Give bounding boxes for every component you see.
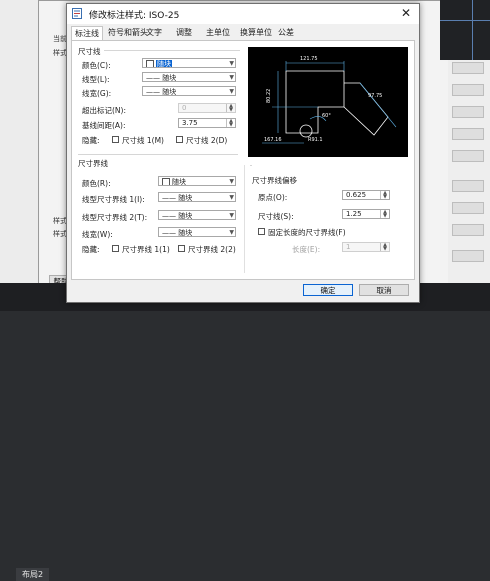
- close-button[interactable]: ✕: [399, 6, 413, 20]
- styles-label: 样式: [53, 49, 67, 57]
- dim-lineweight-select[interactable]: —— 随块 ▼: [142, 86, 236, 96]
- spinner-icon: ▲ ▼: [226, 104, 235, 113]
- tab-alternate-units[interactable]: 换算单位: [237, 26, 275, 39]
- chevron-down-icon: ▼: [229, 178, 234, 185]
- group-divider: [78, 154, 238, 155]
- extend-ticks-label: 超出标记(N):: [82, 106, 126, 115]
- color-swatch-icon: [146, 60, 154, 67]
- preview-label: 60°: [322, 113, 331, 119]
- ext-color-label: 颜色(R):: [82, 179, 111, 188]
- ext-beyond-label: 尺寸线(S):: [258, 212, 294, 221]
- chevron-down-icon: ▼: [229, 88, 234, 95]
- dim-color-select[interactable]: 随块 ▼: [142, 58, 236, 68]
- left-toolbar-strip: [0, 0, 38, 295]
- preview-label: 167.16: [264, 137, 282, 143]
- tab-layout2[interactable]: 布局2: [16, 568, 50, 581]
- ext-color-select[interactable]: 随块 ▼: [158, 176, 236, 186]
- ext-linetype1-select[interactable]: —— 随块 ▼: [158, 192, 236, 202]
- tab-fit[interactable]: 调整: [173, 26, 195, 39]
- spinner-icon: ▲ ▼: [380, 243, 389, 252]
- suppress-dimline2-checkbox[interactable]: [176, 136, 183, 143]
- preview-part-outline: [285, 70, 345, 134]
- dialog-title: 修改标注样式: ISO-25: [89, 11, 180, 21]
- origin-offset-label: 原点(O):: [258, 193, 288, 202]
- tab-tolerances[interactable]: 公差: [275, 26, 297, 39]
- suppress-dimline1-checkbox[interactable]: [112, 136, 119, 143]
- suppress-extline1-checkbox[interactable]: [112, 245, 119, 252]
- chevron-down-icon: ▼: [229, 212, 234, 219]
- baseline-spacing-input[interactable]: 3.75 ▲ ▼: [178, 118, 236, 128]
- fixed-length-input: 1 ▲ ▼: [342, 242, 390, 252]
- chevron-down-icon: ▼: [229, 229, 234, 236]
- suppress-extline1-label: 尺寸界线 1(1): [122, 245, 170, 254]
- preview-dim-aligned: [359, 82, 397, 128]
- compare-button[interactable]: [452, 150, 484, 162]
- dimension-preview: 121.75 80.22 97.75 60° R91.1 167.16: [248, 47, 408, 157]
- modify-dimension-style-dialog: 修改标注样式: ISO-25 ✕ 标注线 符号和箭头 文字 调整 主单位 换算单…: [66, 3, 420, 303]
- side-button-9[interactable]: [452, 250, 484, 262]
- extend-ticks-input: 0 ▲ ▼: [178, 103, 236, 113]
- fixed-length-checkbox[interactable]: [258, 228, 265, 235]
- styles-list-label: 样式: [53, 217, 67, 225]
- baseline-spacing-label: 基线间距(A):: [82, 121, 126, 130]
- modify-style-button[interactable]: [452, 106, 484, 118]
- suppress-extline2-label: 尺寸界线 2(2): [188, 245, 236, 254]
- column-divider: [244, 165, 245, 273]
- preview-label: 121.75: [300, 56, 318, 62]
- dim-color-label: 颜色(C):: [82, 61, 111, 70]
- chevron-down-icon: ▼: [229, 60, 234, 67]
- side-button-7[interactable]: [452, 202, 484, 214]
- dim-lines-group-title: 尺寸线: [78, 47, 101, 56]
- spinner-icon: ▲ ▼: [380, 191, 389, 200]
- ext-lineweight-select[interactable]: —— 随块 ▼: [158, 227, 236, 237]
- cad-canvas-corner: [440, 0, 490, 60]
- ext-beyond-input[interactable]: 1.25 ▲ ▼: [342, 209, 390, 219]
- ok-button[interactable]: 确定: [303, 284, 353, 296]
- tab-primary-units[interactable]: 主单位: [203, 26, 233, 39]
- ext-linetype2-label: 线型尺寸界线 2(T):: [82, 213, 148, 222]
- ext-lines-group-title: 尺寸界线: [78, 159, 108, 168]
- dim-suppress-label: 隐藏:: [82, 136, 100, 145]
- set-current-button[interactable]: [452, 62, 484, 74]
- ext-lineweight-label: 线宽(W):: [82, 230, 113, 239]
- origin-offset-input[interactable]: 0.625 ▲ ▼: [342, 190, 390, 200]
- preview-label: 80.22: [266, 89, 272, 103]
- suppress-dimline1-label: 尺寸线 1(M): [122, 136, 164, 145]
- preview-label: 97.75: [368, 93, 382, 99]
- fixed-length-value-label: 长度(E):: [292, 245, 321, 254]
- chevron-down-icon: ▼: [229, 194, 234, 201]
- current-style-label: 当前: [53, 35, 67, 43]
- ext-offset-group-title: 尺寸界线偏移: [252, 176, 297, 185]
- fixed-length-label: 固定长度的尺寸界线(F): [268, 228, 346, 237]
- dimension-style-icon: [72, 8, 82, 19]
- styles-list-label-2: 样式: [53, 230, 67, 238]
- group-divider: [250, 165, 252, 166]
- ext-suppress-label: 隐藏:: [82, 245, 100, 254]
- tab-text[interactable]: 文字: [143, 26, 165, 39]
- side-button-8[interactable]: [452, 224, 484, 236]
- suppress-dimline2-label: 尺寸线 2(D): [186, 136, 228, 145]
- dim-linetype-select[interactable]: —— 随块 ▼: [142, 72, 236, 82]
- cad-axis-line: [472, 0, 473, 60]
- cancel-button[interactable]: 取消: [359, 284, 409, 296]
- side-button-6[interactable]: [452, 180, 484, 192]
- new-style-button[interactable]: [452, 84, 484, 96]
- preview-arc: [299, 124, 313, 138]
- dim-linetype-label: 线型(L):: [82, 75, 110, 84]
- ext-linetype1-label: 线型尺寸界线 1(I):: [82, 195, 145, 204]
- cad-axis-line: [440, 20, 490, 21]
- lines-tab-panel: 尺寸线 颜色(C): 随块 ▼ 线型(L): —— 随块 ▼ 线宽(G): ——…: [71, 40, 415, 280]
- suppress-extline2-checkbox[interactable]: [178, 245, 185, 252]
- preview-label: R91.1: [308, 137, 323, 143]
- ext-linetype2-select[interactable]: —— 随块 ▼: [158, 210, 236, 220]
- group-divider: [104, 50, 240, 51]
- chevron-down-icon: ▼: [229, 74, 234, 81]
- dim-lineweight-label: 线宽(G):: [82, 89, 112, 98]
- dialog-titlebar[interactable]: 修改标注样式: ISO-25 ✕: [67, 4, 419, 24]
- color-swatch-icon: [162, 178, 170, 185]
- override-button[interactable]: [452, 128, 484, 140]
- spinner-icon: ▲ ▼: [380, 210, 389, 219]
- spinner-icon: ▲ ▼: [226, 119, 235, 128]
- tab-lines[interactable]: 标注线: [71, 26, 103, 40]
